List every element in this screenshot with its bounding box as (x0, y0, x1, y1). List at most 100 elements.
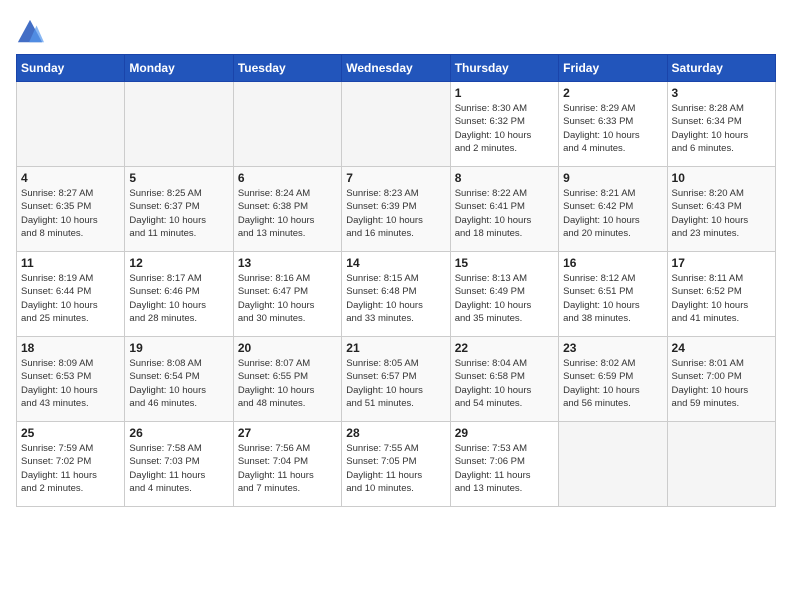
day-number: 16 (563, 256, 662, 270)
day-info: Sunrise: 7:58 AM Sunset: 7:03 PM Dayligh… (129, 442, 228, 495)
day-cell (342, 82, 450, 167)
day-number: 5 (129, 171, 228, 185)
day-info: Sunrise: 8:12 AM Sunset: 6:51 PM Dayligh… (563, 272, 662, 325)
day-number: 25 (21, 426, 120, 440)
day-cell: 7 Sunrise: 8:23 AM Sunset: 6:39 PM Daylig… (342, 167, 450, 252)
calendar-header: SundayMondayTuesdayWednesdayThursdayFrid… (17, 55, 776, 82)
day-number: 22 (455, 341, 554, 355)
day-cell: 23Sunrise: 8:02 AM Sunset: 6:59 PM Dayli… (559, 337, 667, 422)
calendar-body: 1 Sunrise: 8:30 AM Sunset: 6:32 PM Daylig… (17, 82, 776, 507)
day-cell: 13 Sunrise: 8:16 AM Sunset: 6:47 PM Dayli… (233, 252, 341, 337)
header-row: SundayMondayTuesdayWednesdayThursdayFrid… (17, 55, 776, 82)
day-cell (559, 422, 667, 507)
day-info: Sunrise: 8:23 AM Sunset: 6:39 PM Dayligh… (346, 187, 445, 240)
day-number: 11 (21, 256, 120, 270)
day-number: 26 (129, 426, 228, 440)
day-number: 20 (238, 341, 337, 355)
day-number: 19 (129, 341, 228, 355)
header-cell-wednesday: Wednesday (342, 55, 450, 82)
day-info: Sunrise: 8:02 AM Sunset: 6:59 PM Dayligh… (563, 357, 662, 410)
day-cell (17, 82, 125, 167)
header-cell-friday: Friday (559, 55, 667, 82)
day-info: Sunrise: 8:04 AM Sunset: 6:58 PM Dayligh… (455, 357, 554, 410)
day-info: Sunrise: 8:08 AM Sunset: 6:54 PM Dayligh… (129, 357, 228, 410)
day-cell: 21 Sunrise: 8:05 AM Sunset: 6:57 PM Dayli… (342, 337, 450, 422)
day-number: 12 (129, 256, 228, 270)
day-info: Sunrise: 8:29 AM Sunset: 6:33 PM Dayligh… (563, 102, 662, 155)
day-cell: 6 Sunrise: 8:24 AM Sunset: 6:38 PM Daylig… (233, 167, 341, 252)
week-row-4: 18 Sunrise: 8:09 AM Sunset: 6:53 PM Dayli… (17, 337, 776, 422)
day-info: Sunrise: 8:20 AM Sunset: 6:43 PM Dayligh… (672, 187, 771, 240)
day-cell: 25 Sunrise: 7:59 AM Sunset: 7:02 PM Dayli… (17, 422, 125, 507)
day-info: Sunrise: 8:19 AM Sunset: 6:44 PM Dayligh… (21, 272, 120, 325)
day-info: Sunrise: 8:30 AM Sunset: 6:32 PM Dayligh… (455, 102, 554, 155)
day-info: Sunrise: 8:28 AM Sunset: 6:34 PM Dayligh… (672, 102, 771, 155)
week-row-1: 1 Sunrise: 8:30 AM Sunset: 6:32 PM Daylig… (17, 82, 776, 167)
calendar-table: SundayMondayTuesdayWednesdayThursdayFrid… (16, 54, 776, 507)
day-cell: 20 Sunrise: 8:07 AM Sunset: 6:55 PM Dayli… (233, 337, 341, 422)
header-cell-monday: Monday (125, 55, 233, 82)
day-cell: 29 Sunrise: 7:53 AM Sunset: 7:06 PM Dayli… (450, 422, 558, 507)
day-info: Sunrise: 8:22 AM Sunset: 6:41 PM Dayligh… (455, 187, 554, 240)
day-info: Sunrise: 8:05 AM Sunset: 6:57 PM Dayligh… (346, 357, 445, 410)
day-cell: 11 Sunrise: 8:19 AM Sunset: 6:44 PM Dayli… (17, 252, 125, 337)
week-row-3: 11 Sunrise: 8:19 AM Sunset: 6:44 PM Dayli… (17, 252, 776, 337)
day-cell: 10 Sunrise: 8:20 AM Sunset: 6:43 PM Dayli… (667, 167, 775, 252)
day-cell: 4 Sunrise: 8:27 AM Sunset: 6:35 PM Daylig… (17, 167, 125, 252)
day-cell: 16 Sunrise: 8:12 AM Sunset: 6:51 PM Dayli… (559, 252, 667, 337)
day-info: Sunrise: 8:07 AM Sunset: 6:55 PM Dayligh… (238, 357, 337, 410)
day-cell: 9Sunrise: 8:21 AM Sunset: 6:42 PM Daylig… (559, 167, 667, 252)
day-info: Sunrise: 8:09 AM Sunset: 6:53 PM Dayligh… (21, 357, 120, 410)
day-number: 4 (21, 171, 120, 185)
day-cell (125, 82, 233, 167)
header-cell-saturday: Saturday (667, 55, 775, 82)
day-info: Sunrise: 8:15 AM Sunset: 6:48 PM Dayligh… (346, 272, 445, 325)
day-cell: 17 Sunrise: 8:11 AM Sunset: 6:52 PM Dayli… (667, 252, 775, 337)
day-cell: 14 Sunrise: 8:15 AM Sunset: 6:48 PM Dayli… (342, 252, 450, 337)
day-info: Sunrise: 8:13 AM Sunset: 6:49 PM Dayligh… (455, 272, 554, 325)
day-number: 13 (238, 256, 337, 270)
logo (16, 16, 46, 46)
day-info: Sunrise: 8:24 AM Sunset: 6:38 PM Dayligh… (238, 187, 337, 240)
day-info: Sunrise: 8:27 AM Sunset: 6:35 PM Dayligh… (21, 187, 120, 240)
day-cell: 12 Sunrise: 8:17 AM Sunset: 6:46 PM Dayli… (125, 252, 233, 337)
day-info: Sunrise: 8:11 AM Sunset: 6:52 PM Dayligh… (672, 272, 771, 325)
day-info: Sunrise: 8:01 AM Sunset: 7:00 PM Dayligh… (672, 357, 771, 410)
day-cell: 28 Sunrise: 7:55 AM Sunset: 7:05 PM Dayli… (342, 422, 450, 507)
day-number: 28 (346, 426, 445, 440)
day-cell: 15 Sunrise: 8:13 AM Sunset: 6:49 PM Dayli… (450, 252, 558, 337)
day-number: 6 (238, 171, 337, 185)
day-cell: 1 Sunrise: 8:30 AM Sunset: 6:32 PM Daylig… (450, 82, 558, 167)
day-info: Sunrise: 8:25 AM Sunset: 6:37 PM Dayligh… (129, 187, 228, 240)
header-cell-thursday: Thursday (450, 55, 558, 82)
day-number: 8 (455, 171, 554, 185)
day-number: 21 (346, 341, 445, 355)
day-number: 27 (238, 426, 337, 440)
day-cell: 18 Sunrise: 8:09 AM Sunset: 6:53 PM Dayli… (17, 337, 125, 422)
day-number: 1 (455, 86, 554, 100)
day-number: 18 (21, 341, 120, 355)
day-number: 2 (563, 86, 662, 100)
day-cell: 5 Sunrise: 8:25 AM Sunset: 6:37 PM Daylig… (125, 167, 233, 252)
day-cell: 2 Sunrise: 8:29 AM Sunset: 6:33 PM Daylig… (559, 82, 667, 167)
day-number: 17 (672, 256, 771, 270)
day-number: 29 (455, 426, 554, 440)
day-number: 10 (672, 171, 771, 185)
day-cell: 24 Sunrise: 8:01 AM Sunset: 7:00 PM Dayli… (667, 337, 775, 422)
day-info: Sunrise: 7:55 AM Sunset: 7:05 PM Dayligh… (346, 442, 445, 495)
day-info: Sunrise: 7:59 AM Sunset: 7:02 PM Dayligh… (21, 442, 120, 495)
day-cell: 22 Sunrise: 8:04 AM Sunset: 6:58 PM Dayli… (450, 337, 558, 422)
day-cell: 3Sunrise: 8:28 AM Sunset: 6:34 PM Daylig… (667, 82, 775, 167)
day-info: Sunrise: 8:16 AM Sunset: 6:47 PM Dayligh… (238, 272, 337, 325)
day-cell: 19 Sunrise: 8:08 AM Sunset: 6:54 PM Dayli… (125, 337, 233, 422)
day-number: 15 (455, 256, 554, 270)
header-cell-sunday: Sunday (17, 55, 125, 82)
day-number: 7 (346, 171, 445, 185)
page-header (16, 16, 776, 46)
day-info: Sunrise: 8:17 AM Sunset: 6:46 PM Dayligh… (129, 272, 228, 325)
day-cell (233, 82, 341, 167)
day-cell: 26 Sunrise: 7:58 AM Sunset: 7:03 PM Dayli… (125, 422, 233, 507)
day-number: 24 (672, 341, 771, 355)
day-info: Sunrise: 7:53 AM Sunset: 7:06 PM Dayligh… (455, 442, 554, 495)
day-number: 14 (346, 256, 445, 270)
